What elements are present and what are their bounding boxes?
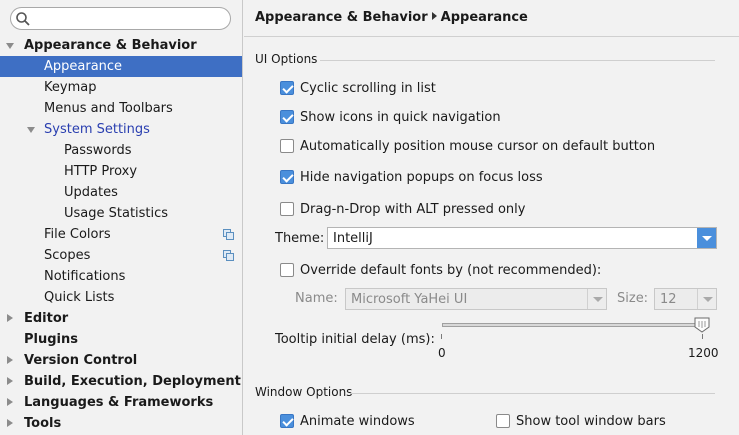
checkbox-label: Override default fonts by (not recommend…	[300, 262, 602, 278]
window-options-rule	[350, 393, 715, 394]
window-options-title: Window Options	[255, 385, 353, 399]
font-size-label: Size:	[617, 291, 649, 306]
search-icon	[16, 12, 30, 26]
search-input[interactable]	[10, 7, 231, 30]
checkbox-checked[interactable]	[280, 81, 294, 95]
checkbox-checked[interactable]	[280, 414, 294, 428]
settings-panel: Appearance & Behavior Appearance UI Optio…	[244, 0, 739, 435]
slider-tick-min	[441, 334, 442, 339]
tree-item-tools[interactable]: Tools	[0, 413, 242, 434]
tree-item-http-proxy[interactable]: HTTP Proxy	[0, 161, 242, 182]
font-size-select[interactable]: 12	[654, 288, 717, 310]
chevron-down-icon[interactable]	[697, 289, 716, 309]
copy-icon	[223, 229, 234, 240]
checkbox-unchecked[interactable]	[280, 139, 294, 153]
checkbox-label: Automatically position mouse cursor on d…	[300, 138, 656, 154]
theme-label: Theme:	[275, 231, 325, 246]
theme-select[interactable]: IntelliJ	[327, 227, 717, 249]
tree-item-build-execution[interactable]: Build, Execution, Deployment	[0, 371, 242, 392]
font-name-select[interactable]: Microsoft YaHei UI	[345, 288, 607, 310]
tree-item-file-colors[interactable]: File Colors	[0, 224, 242, 245]
checkbox-label: Animate windows	[300, 413, 415, 429]
tree-item-languages-frameworks[interactable]: Languages & Frameworks	[0, 392, 242, 413]
slider-max-label: 1200	[688, 346, 719, 360]
checkbox-unchecked[interactable]	[280, 263, 294, 277]
tree-item-notifications[interactable]: Notifications	[0, 266, 242, 287]
font-name-label: Name:	[295, 291, 338, 306]
tree-item-menus-toolbars[interactable]: Menus and Toolbars	[0, 98, 242, 119]
tooltip-delay-slider[interactable]	[442, 323, 704, 327]
cyclic-scrolling-checkbox[interactable]: Cyclic scrolling in list	[280, 80, 436, 96]
copy-icon	[223, 250, 234, 261]
show-icons-checkbox[interactable]: Show icons in quick navigation	[280, 109, 501, 125]
tree-item-keymap[interactable]: Keymap	[0, 77, 242, 98]
chevron-down-icon[interactable]	[26, 119, 36, 140]
checkbox-label: Show icons in quick navigation	[300, 109, 501, 125]
chevron-down-icon[interactable]	[697, 228, 716, 248]
tooltip-delay-label: Tooltip initial delay (ms):	[275, 332, 435, 347]
header-divider	[244, 36, 739, 37]
tree-item-usage-statistics[interactable]: Usage Statistics	[0, 203, 242, 224]
drag-drop-checkbox[interactable]: Drag-n-Drop with ALT pressed only	[280, 201, 525, 217]
checkbox-label: Cyclic scrolling in list	[300, 80, 436, 96]
theme-value: IntelliJ	[333, 231, 373, 246]
chevron-right-icon[interactable]	[5, 371, 15, 392]
ui-options-rule	[320, 60, 715, 61]
checkbox-label: Hide navigation popups on focus loss	[300, 169, 543, 185]
breadcrumb-current: Appearance	[440, 10, 528, 25]
tree-item-plugins[interactable]: Plugins	[0, 329, 242, 350]
tree-item-updates[interactable]: Updates	[0, 182, 242, 203]
override-fonts-checkbox[interactable]: Override default fonts by (not recommend…	[280, 262, 601, 278]
checkbox-label: Show tool window bars	[516, 413, 666, 429]
tree-item-quick-lists[interactable]: Quick Lists	[0, 287, 242, 308]
checkbox-checked[interactable]	[280, 170, 294, 184]
tree-item-appearance[interactable]: Appearance	[0, 56, 242, 77]
chevron-down-icon[interactable]	[587, 289, 606, 309]
show-tool-bars-checkbox[interactable]: Show tool window bars	[496, 413, 666, 429]
breadcrumb: Appearance & Behavior Appearance	[255, 10, 528, 25]
chevron-down-icon[interactable]	[5, 35, 15, 56]
tree-item-system-settings[interactable]: System Settings	[0, 119, 242, 140]
tree-item-scopes[interactable]: Scopes	[0, 245, 242, 266]
slider-thumb[interactable]	[694, 317, 710, 333]
animate-windows-checkbox[interactable]: Animate windows	[280, 413, 415, 429]
settings-sidebar: Appearance & Behavior Appearance Keymap …	[0, 0, 243, 435]
tree-item-appearance-behavior[interactable]: Appearance & Behavior	[0, 35, 242, 56]
hide-popups-checkbox[interactable]: Hide navigation popups on focus loss	[280, 169, 543, 185]
font-size-value: 12	[660, 292, 677, 307]
slider-min-label: 0	[438, 346, 446, 360]
checkbox-unchecked[interactable]	[496, 414, 510, 428]
ui-options-title: UI Options	[255, 52, 318, 66]
slider-tick-max	[702, 334, 703, 339]
tree-item-version-control[interactable]: Version Control	[0, 350, 242, 371]
chevron-right-icon[interactable]	[5, 392, 15, 413]
checkbox-label: Drag-n-Drop with ALT pressed only	[300, 201, 526, 217]
chevron-right-icon[interactable]	[5, 350, 15, 371]
chevron-right-icon[interactable]	[5, 308, 15, 329]
chevron-right-icon[interactable]	[5, 413, 15, 434]
auto-cursor-checkbox[interactable]: Automatically position mouse cursor on d…	[280, 138, 655, 154]
checkbox-checked[interactable]	[280, 110, 294, 124]
tree-item-editor[interactable]: Editor	[0, 308, 242, 329]
chevron-right-icon	[431, 12, 437, 20]
checkbox-unchecked[interactable]	[280, 202, 294, 216]
font-name-value: Microsoft YaHei UI	[351, 292, 468, 307]
breadcrumb-parent[interactable]: Appearance & Behavior	[255, 10, 428, 25]
tree-item-passwords[interactable]: Passwords	[0, 140, 242, 161]
